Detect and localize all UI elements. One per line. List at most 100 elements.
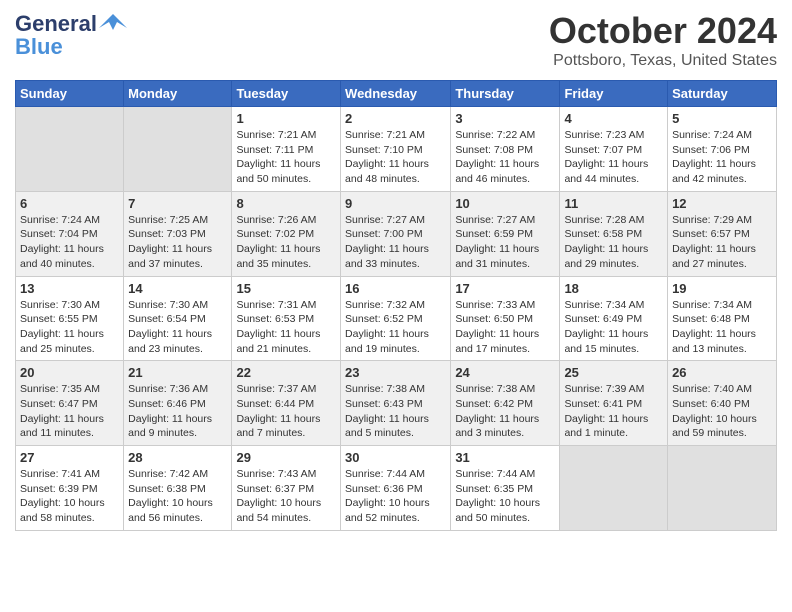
day-info: Sunrise: 7:29 AM Sunset: 6:57 PM Dayligh… [672, 213, 772, 272]
day-info: Sunrise: 7:28 AM Sunset: 6:58 PM Dayligh… [564, 213, 663, 272]
col-header-tuesday: Tuesday [232, 81, 341, 107]
calendar-cell: 29 Sunrise: 7:43 AM Sunset: 6:37 PM Dayli… [232, 446, 341, 531]
day-info: Sunrise: 7:40 AM Sunset: 6:40 PM Dayligh… [672, 382, 772, 441]
day-info: Sunrise: 7:24 AM Sunset: 7:06 PM Dayligh… [672, 128, 772, 187]
day-number: 26 [672, 365, 772, 380]
day-info: Sunrise: 7:30 AM Sunset: 6:54 PM Dayligh… [128, 298, 227, 357]
calendar-cell: 4 Sunrise: 7:23 AM Sunset: 7:07 PM Daylig… [560, 107, 668, 192]
calendar-week-3: 13Sunrise: 7:30 AM Sunset: 6:55 PM Dayli… [16, 276, 777, 361]
day-number: 31 [455, 450, 555, 465]
calendar-cell [560, 446, 668, 531]
logo: General Blue [15, 10, 127, 60]
day-info: Sunrise: 7:31 AM Sunset: 6:53 PM Dayligh… [236, 298, 336, 357]
calendar-table: SundayMondayTuesdayWednesdayThursdayFrid… [15, 80, 777, 531]
day-info: Sunrise: 7:25 AM Sunset: 7:03 PM Dayligh… [128, 213, 227, 272]
day-number: 27 [20, 450, 119, 465]
day-number: 5 [672, 111, 772, 126]
calendar-cell [668, 446, 777, 531]
day-info: Sunrise: 7:38 AM Sunset: 6:43 PM Dayligh… [345, 382, 446, 441]
day-number: 2 [345, 111, 446, 126]
day-info: Sunrise: 7:21 AM Sunset: 7:10 PM Dayligh… [345, 128, 446, 187]
calendar-cell: 28 Sunrise: 7:42 AM Sunset: 6:38 PM Dayli… [124, 446, 232, 531]
day-number: 13 [20, 281, 119, 296]
calendar-cell: 24 Sunrise: 7:38 AM Sunset: 6:42 PM Dayli… [451, 361, 560, 446]
day-number: 17 [455, 281, 555, 296]
col-header-wednesday: Wednesday [341, 81, 451, 107]
day-info: Sunrise: 7:35 AM Sunset: 6:47 PM Dayligh… [20, 382, 119, 441]
day-number: 7 [128, 196, 227, 211]
day-info: Sunrise: 7:24 AM Sunset: 7:04 PM Dayligh… [20, 213, 119, 272]
day-info: Sunrise: 7:42 AM Sunset: 6:38 PM Dayligh… [128, 467, 227, 526]
day-info: Sunrise: 7:37 AM Sunset: 6:44 PM Dayligh… [236, 382, 336, 441]
col-header-sunday: Sunday [16, 81, 124, 107]
day-info: Sunrise: 7:22 AM Sunset: 7:08 PM Dayligh… [455, 128, 555, 187]
day-info: Sunrise: 7:23 AM Sunset: 7:07 PM Dayligh… [564, 128, 663, 187]
day-number: 29 [236, 450, 336, 465]
day-number: 11 [564, 196, 663, 211]
calendar-cell: 16 Sunrise: 7:32 AM Sunset: 6:52 PM Dayli… [341, 276, 451, 361]
calendar-cell: 9Sunrise: 7:27 AM Sunset: 7:00 PM Daylig… [341, 191, 451, 276]
page-subtitle: Pottsboro, Texas, United States [549, 52, 777, 70]
calendar-cell: 12Sunrise: 7:29 AM Sunset: 6:57 PM Dayli… [668, 191, 777, 276]
day-number: 30 [345, 450, 446, 465]
day-number: 20 [20, 365, 119, 380]
header: General Blue October 2024 Pottsboro, Tex… [15, 10, 777, 70]
day-number: 25 [564, 365, 663, 380]
calendar-cell: 21 Sunrise: 7:36 AM Sunset: 6:46 PM Dayli… [124, 361, 232, 446]
day-number: 16 [345, 281, 446, 296]
calendar-cell: 13Sunrise: 7:30 AM Sunset: 6:55 PM Dayli… [16, 276, 124, 361]
calendar-cell: 25 Sunrise: 7:39 AM Sunset: 6:41 PM Dayli… [560, 361, 668, 446]
day-info: Sunrise: 7:44 AM Sunset: 6:36 PM Dayligh… [345, 467, 446, 526]
col-header-saturday: Saturday [668, 81, 777, 107]
calendar-cell [16, 107, 124, 192]
day-info: Sunrise: 7:33 AM Sunset: 6:50 PM Dayligh… [455, 298, 555, 357]
day-number: 14 [128, 281, 227, 296]
day-number: 21 [128, 365, 227, 380]
day-info: Sunrise: 7:41 AM Sunset: 6:39 PM Dayligh… [20, 467, 119, 526]
day-number: 4 [564, 111, 663, 126]
calendar-cell: 30 Sunrise: 7:44 AM Sunset: 6:36 PM Dayli… [341, 446, 451, 531]
day-info: Sunrise: 7:27 AM Sunset: 7:00 PM Dayligh… [345, 213, 446, 272]
calendar-cell: 23 Sunrise: 7:38 AM Sunset: 6:43 PM Dayli… [341, 361, 451, 446]
day-info: Sunrise: 7:38 AM Sunset: 6:42 PM Dayligh… [455, 382, 555, 441]
day-number: 28 [128, 450, 227, 465]
calendar-week-4: 20 Sunrise: 7:35 AM Sunset: 6:47 PM Dayli… [16, 361, 777, 446]
col-header-thursday: Thursday [451, 81, 560, 107]
calendar-week-1: 1Sunrise: 7:21 AM Sunset: 7:11 PM Daylig… [16, 107, 777, 192]
title-area: October 2024 Pottsboro, Texas, United St… [549, 10, 777, 70]
calendar-cell: 10Sunrise: 7:27 AM Sunset: 6:59 PM Dayli… [451, 191, 560, 276]
calendar-cell: 20 Sunrise: 7:35 AM Sunset: 6:47 PM Dayli… [16, 361, 124, 446]
col-header-friday: Friday [560, 81, 668, 107]
day-info: Sunrise: 7:34 AM Sunset: 6:49 PM Dayligh… [564, 298, 663, 357]
day-number: 10 [455, 196, 555, 211]
calendar-cell: 3Sunrise: 7:22 AM Sunset: 7:08 PM Daylig… [451, 107, 560, 192]
calendar-cell: 19 Sunrise: 7:34 AM Sunset: 6:48 PM Dayli… [668, 276, 777, 361]
day-number: 23 [345, 365, 446, 380]
calendar-week-5: 27 Sunrise: 7:41 AM Sunset: 6:39 PM Dayli… [16, 446, 777, 531]
calendar-cell: 5 Sunrise: 7:24 AM Sunset: 7:06 PM Daylig… [668, 107, 777, 192]
calendar-cell: 22 Sunrise: 7:37 AM Sunset: 6:44 PM Dayli… [232, 361, 341, 446]
calendar-cell: 2 Sunrise: 7:21 AM Sunset: 7:10 PM Daylig… [341, 107, 451, 192]
day-number: 8 [236, 196, 336, 211]
logo-blue-text: Blue [15, 34, 63, 60]
page-title: October 2024 [549, 10, 777, 52]
calendar-cell: 31Sunrise: 7:44 AM Sunset: 6:35 PM Dayli… [451, 446, 560, 531]
calendar-cell: 1Sunrise: 7:21 AM Sunset: 7:11 PM Daylig… [232, 107, 341, 192]
calendar-cell: 7 Sunrise: 7:25 AM Sunset: 7:03 PM Daylig… [124, 191, 232, 276]
day-info: Sunrise: 7:32 AM Sunset: 6:52 PM Dayligh… [345, 298, 446, 357]
calendar-cell: 18 Sunrise: 7:34 AM Sunset: 6:49 PM Dayli… [560, 276, 668, 361]
calendar-cell: 17 Sunrise: 7:33 AM Sunset: 6:50 PM Dayli… [451, 276, 560, 361]
day-number: 24 [455, 365, 555, 380]
day-number: 18 [564, 281, 663, 296]
col-header-monday: Monday [124, 81, 232, 107]
day-info: Sunrise: 7:43 AM Sunset: 6:37 PM Dayligh… [236, 467, 336, 526]
day-info: Sunrise: 7:39 AM Sunset: 6:41 PM Dayligh… [564, 382, 663, 441]
calendar-cell [124, 107, 232, 192]
day-number: 22 [236, 365, 336, 380]
day-info: Sunrise: 7:36 AM Sunset: 6:46 PM Dayligh… [128, 382, 227, 441]
page: General Blue October 2024 Pottsboro, Tex… [0, 0, 792, 546]
day-info: Sunrise: 7:21 AM Sunset: 7:11 PM Dayligh… [236, 128, 336, 187]
calendar-header-row: SundayMondayTuesdayWednesdayThursdayFrid… [16, 81, 777, 107]
day-info: Sunrise: 7:34 AM Sunset: 6:48 PM Dayligh… [672, 298, 772, 357]
day-number: 19 [672, 281, 772, 296]
